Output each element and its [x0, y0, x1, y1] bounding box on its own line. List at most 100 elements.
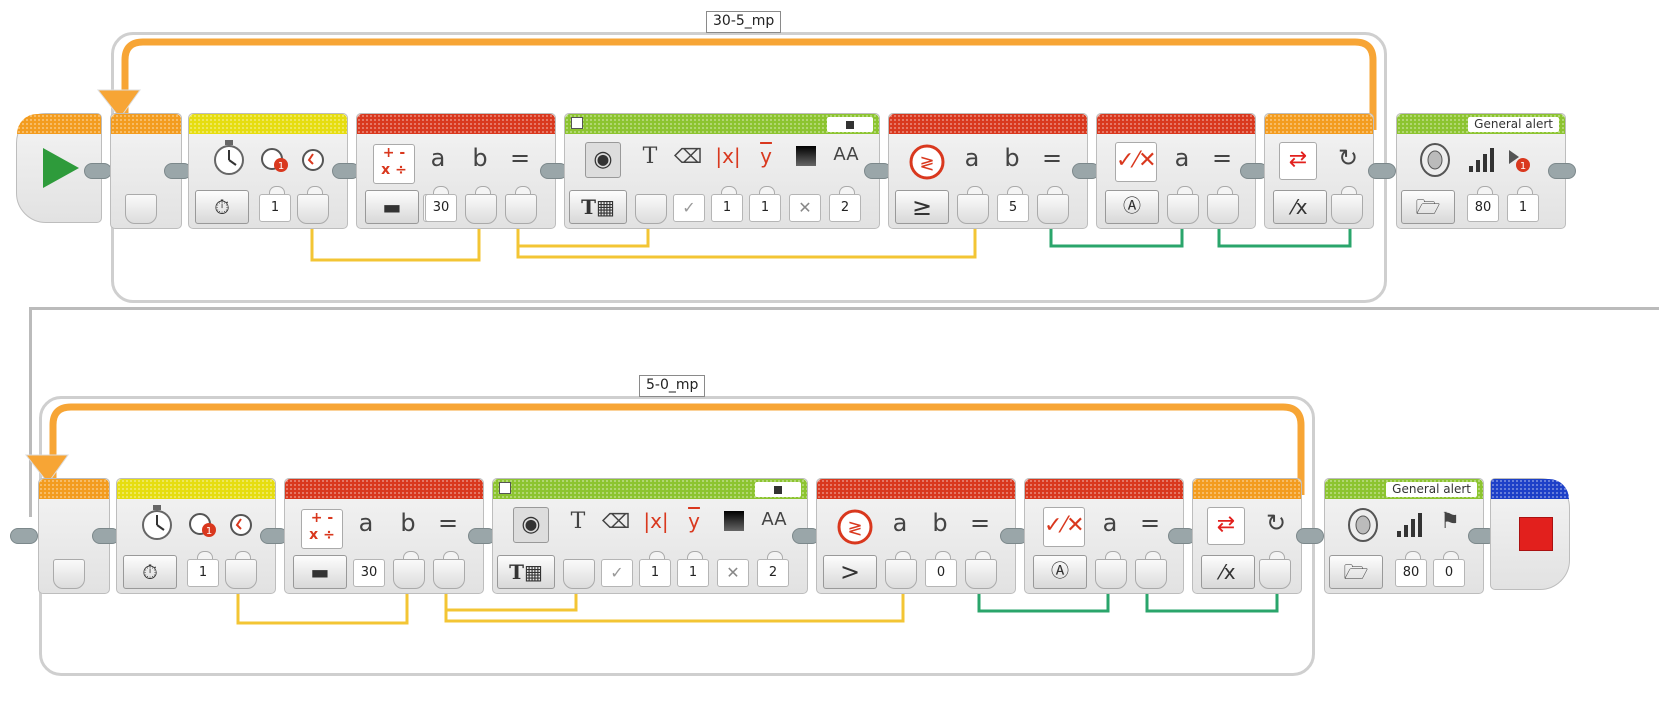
display-x-value[interactable]: 1 [711, 194, 743, 222]
sound-file-name[interactable]: General alert [1386, 482, 1477, 497]
speaker-icon [1348, 508, 1378, 542]
sound-play-type-value[interactable]: 0 [1433, 559, 1465, 587]
display-text-plug[interactable] [635, 194, 667, 224]
compare-result-plug[interactable] [1037, 194, 1069, 224]
stop-block[interactable] [1490, 478, 1570, 590]
math-input-a-label: a [358, 509, 374, 537]
display-color-value[interactable]: ✕ [789, 194, 821, 222]
timer-reading-icon [302, 149, 324, 171]
display-port-icon [571, 117, 583, 129]
compare-mode-selector[interactable]: ≥ [895, 190, 949, 224]
display-text-plug[interactable] [563, 559, 595, 589]
logic-result-plug[interactable] [1135, 559, 1167, 589]
svg-text:1: 1 [278, 161, 284, 172]
timer-mode-selector[interactable]: ⏱ [123, 555, 177, 589]
sound-block[interactable]: General alert 1 🗁 80 1 [1396, 113, 1566, 229]
sound-volume-value[interactable]: 80 [1467, 194, 1499, 222]
display-clear-value[interactable]: ✓ [673, 194, 705, 222]
timer-block[interactable]: 1 ⏱ 1 [188, 113, 348, 229]
loop-count-plug[interactable] [53, 559, 85, 589]
logic-mode-selector[interactable]: Ⓐ [1033, 555, 1087, 589]
timer-reading-icon [230, 514, 252, 536]
loop-end-block[interactable]: ⇄ ↻ ⁄x [1264, 113, 1374, 229]
compare-b-value[interactable]: 5 [997, 194, 1029, 222]
sound-block[interactable]: General alert ⚑ 🗁 80 0 [1324, 478, 1484, 594]
logic-block[interactable]: ✓⁄✕ a = Ⓐ [1024, 478, 1184, 594]
math-b-value-box[interactable]: 30 [353, 559, 385, 587]
display-icon: ◉ [585, 142, 621, 178]
sound-volume-value[interactable]: 80 [1395, 559, 1427, 587]
logic-icon: ✓⁄✕ [1043, 507, 1085, 547]
display-font-value[interactable]: 2 [829, 194, 861, 222]
loop-interrupt-icon: ⇄ [1207, 507, 1245, 545]
loop-end-block[interactable]: ⇄ ↻ ⁄x [1192, 478, 1302, 594]
math-a-plug[interactable] [465, 194, 497, 224]
display-mode-selector[interactable]: T▦ [497, 555, 555, 589]
math-mode-selector[interactable]: ▬ [365, 190, 419, 224]
display-brick-chip[interactable] [755, 482, 801, 497]
math-block[interactable]: + -x ÷ a b = ▬ 30 [284, 478, 484, 594]
compare-icon: ≷ [837, 509, 873, 545]
math-a-plug[interactable] [393, 559, 425, 589]
sound-file-name[interactable]: General alert [1468, 117, 1559, 132]
math-result-plug[interactable] [433, 559, 465, 589]
logic-a-label: a [1102, 509, 1118, 537]
sound-mode-selector[interactable]: 🗁 [1329, 555, 1383, 589]
timer-output-plug[interactable] [225, 559, 257, 589]
compare-a-plug[interactable] [957, 194, 989, 224]
timer-id-value[interactable]: 1 [187, 559, 219, 587]
stop-icon[interactable] [1519, 517, 1553, 551]
loop-condition-plug[interactable] [1331, 194, 1363, 224]
compare-a-plug[interactable] [885, 559, 917, 589]
timer-output-plug[interactable] [297, 194, 329, 224]
loop-condition-plug[interactable] [1259, 559, 1291, 589]
display-mode-selector[interactable]: T▦ [569, 190, 627, 224]
math-block[interactable]: + -x ÷ a b = ▬ 30 30 [356, 113, 556, 229]
compare-result-plug[interactable] [965, 559, 997, 589]
display-clear-value[interactable]: ✓ [601, 559, 633, 587]
logic-a-plug[interactable] [1095, 559, 1127, 589]
timer-id-icon: 1 [261, 148, 288, 172]
logic-mode-selector[interactable]: Ⓐ [1105, 190, 1159, 224]
loop-count-plug[interactable] [125, 194, 157, 224]
display-x-value[interactable]: 1 [639, 559, 671, 587]
play-once-icon: 1 [1509, 150, 1530, 172]
display-y-value[interactable]: 1 [677, 559, 709, 587]
timer-mode-selector[interactable]: ⏱ [195, 190, 249, 224]
logic-a-plug[interactable] [1167, 194, 1199, 224]
display-y-value[interactable]: 1 [749, 194, 781, 222]
loop-1-name[interactable]: 30-5_mp [706, 11, 782, 33]
display-color-value[interactable]: ✕ [717, 559, 749, 587]
compare-mode-selector[interactable]: > [823, 555, 877, 589]
loop-mode-selector[interactable]: ⁄x [1273, 190, 1327, 224]
logic-a-label: a [1174, 144, 1190, 172]
math-result-plug[interactable] [505, 194, 537, 224]
timer-id-value[interactable]: 1 [259, 194, 291, 222]
loop-mode-selector[interactable]: ⁄x [1201, 555, 1255, 589]
display-brick-chip[interactable] [827, 117, 873, 132]
timer-icon [142, 505, 172, 540]
timer-block[interactable]: 1 ⏱ 1 [116, 478, 276, 594]
display-font-value[interactable]: 2 [757, 559, 789, 587]
math-mode-selector[interactable]: ▬ [293, 555, 347, 589]
display-block[interactable]: ◉ T ⌫ |x| y AA T▦ ✓ 1 1 ✕ 2 [564, 113, 880, 229]
loop-2-name[interactable]: 5-0_mp [639, 375, 706, 397]
start-play-icon[interactable] [41, 146, 81, 190]
compare-block[interactable]: ≷ a b = > 0 [816, 478, 1016, 594]
sound-play-type-value[interactable]: 1 [1507, 194, 1539, 222]
loop-condition-icon: ↻ [1265, 509, 1287, 537]
program-link-line [29, 307, 1659, 310]
display-block[interactable]: ◉ T ⌫ |x| y AA T▦ ✓ 1 1 ✕ 2 [492, 478, 808, 594]
compare-block[interactable]: ≷ a b = ≥ 5 [888, 113, 1088, 229]
logic-block[interactable]: ✓⁄✕ a = Ⓐ [1096, 113, 1256, 229]
compare-result-label: = [969, 509, 991, 537]
speaker-icon [1420, 143, 1450, 177]
math-input-a-label: a [430, 144, 446, 172]
logic-result-plug[interactable] [1207, 194, 1239, 224]
compare-b-label: b [1004, 144, 1020, 172]
math-b-value-box[interactable]: 30 [425, 194, 457, 222]
compare-b-value[interactable]: 0 [925, 559, 957, 587]
checkered-flag-icon: ⚑ [1440, 509, 1460, 534]
sound-mode-selector[interactable]: 🗁 [1401, 190, 1455, 224]
compare-icon: ≷ [909, 144, 945, 180]
